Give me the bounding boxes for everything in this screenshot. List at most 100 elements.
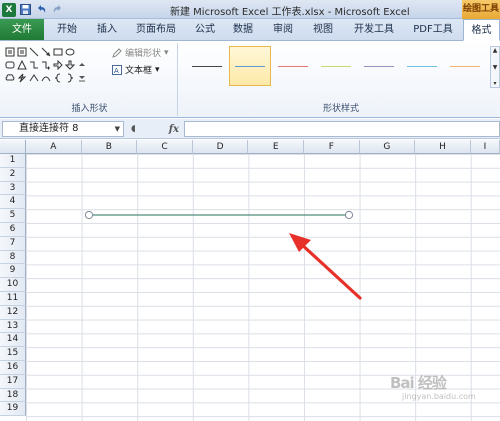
window-title: 新建 Microsoft Excel 工作表.xlsx - Microsoft … xyxy=(170,7,410,18)
text-box-button[interactable]: A 文本框 ▾ xyxy=(112,63,160,76)
column-header-i[interactable]: I xyxy=(470,140,500,154)
row-header-14[interactable]: 14 xyxy=(0,333,26,348)
baidu-jingyan-watermark: Bai 经验 jingyan.baidu.com xyxy=(390,372,498,418)
ribbon-tab-bar: 文件 开始 插入 页面布局 公式 数据 审阅 视图 开发工具 PDF工具 格式 xyxy=(0,19,500,41)
row-header-11[interactable]: 11 xyxy=(0,292,26,306)
tab-page-layout[interactable]: 页面布局 xyxy=(128,19,184,40)
column-header-h[interactable]: H xyxy=(415,140,471,154)
line-shape-icon[interactable] xyxy=(28,45,40,58)
edit-shape-label: 编辑形状 xyxy=(125,49,162,59)
row-header-17[interactable]: 17 xyxy=(0,374,26,389)
vertical-textbox-shape-icon[interactable] xyxy=(16,45,28,58)
row-header-4[interactable]: 4 xyxy=(0,195,26,210)
name-box[interactable]: 直接连接符 8 ▼ xyxy=(2,121,124,137)
shape-style-swatch[interactable] xyxy=(358,46,400,86)
name-box-value: 直接连接符 8 xyxy=(19,123,79,134)
column-header-g[interactable]: G xyxy=(359,140,416,154)
formula-bar: 直接连接符 8 ▼ ◖ fx xyxy=(0,119,500,139)
right-arrow-shape-icon[interactable] xyxy=(52,58,64,71)
row-header-18[interactable]: 18 xyxy=(0,388,26,403)
edit-shape-dropdown-icon: ▾ xyxy=(164,47,169,58)
column-header-b[interactable]: B xyxy=(81,140,138,154)
more-styles-icon[interactable]: ▾ xyxy=(493,80,496,87)
insert-shapes-group: 编辑形状 ▾ A 文本框 ▾ 插入形状 xyxy=(2,43,178,116)
row-header-9[interactable]: 9 xyxy=(0,264,26,279)
down-arrow-shape-icon[interactable] xyxy=(64,58,76,71)
column-header-f[interactable]: F xyxy=(304,140,360,154)
text-box-dropdown-icon: ▾ xyxy=(155,64,160,75)
arrow-line-shape-icon[interactable] xyxy=(40,45,52,58)
shapes-gallery xyxy=(4,45,100,84)
oval-shape-icon[interactable] xyxy=(64,45,76,58)
tab-home[interactable]: 开始 xyxy=(50,19,84,40)
tab-pdf-tools[interactable]: PDF工具 xyxy=(408,19,458,40)
row-header-16[interactable]: 16 xyxy=(0,361,26,375)
tab-developer[interactable]: 开发工具 xyxy=(346,19,402,40)
scroll-up-icon[interactable]: ▲ xyxy=(493,47,498,54)
row-header-3[interactable]: 3 xyxy=(0,181,26,196)
tab-view[interactable]: 视图 xyxy=(306,19,340,40)
shapes-more-icon[interactable] xyxy=(76,71,88,84)
column-header-e[interactable]: E xyxy=(248,140,304,154)
rounded-rectangle-shape-icon[interactable] xyxy=(4,58,16,71)
textbox-shape-icon[interactable] xyxy=(4,45,16,58)
row-header-12[interactable]: 12 xyxy=(0,305,26,320)
shape-style-swatch[interactable] xyxy=(401,46,443,86)
shape-styles-group: ▲ ▼ ▾ 形状样式 xyxy=(182,43,500,116)
triangle-shape-icon[interactable] xyxy=(16,58,28,71)
shape-style-swatch[interactable] xyxy=(229,46,271,86)
shape-style-swatch[interactable] xyxy=(315,46,357,86)
tab-data[interactable]: 数据 xyxy=(226,19,260,40)
edit-shape-icon xyxy=(112,47,122,58)
row-header-2[interactable]: 2 xyxy=(0,167,26,182)
shape-styles-scrollbar[interactable]: ▲ ▼ ▾ xyxy=(490,46,500,88)
formula-controls: ◖ fx xyxy=(127,121,183,137)
elbow-connector-shape-icon[interactable] xyxy=(28,58,40,71)
curve-shape-icon[interactable] xyxy=(40,71,52,84)
row-header-5[interactable]: 5 xyxy=(0,209,26,223)
drawing-tools-context-label: 绘图工具 xyxy=(462,0,500,19)
rectangle-shape-icon[interactable] xyxy=(52,45,64,58)
row-header-15[interactable]: 15 xyxy=(0,347,26,361)
row-header-19[interactable]: 19 xyxy=(0,402,26,417)
arc-shape-icon[interactable] xyxy=(28,71,40,84)
redo-icon[interactable] xyxy=(50,3,64,17)
shape-style-swatch[interactable] xyxy=(444,46,486,86)
quick-access-toolbar: X xyxy=(2,2,64,17)
row-header-1[interactable]: 1 xyxy=(0,154,26,168)
tab-file[interactable]: 文件 xyxy=(0,19,44,40)
edit-shape-button[interactable]: 编辑形状 ▾ xyxy=(112,46,169,59)
tab-formulas[interactable]: 公式 xyxy=(188,19,222,40)
row-header-10[interactable]: 10 xyxy=(0,278,26,292)
lightning-shape-icon[interactable] xyxy=(16,71,28,84)
tab-format[interactable]: 格式 xyxy=(463,19,500,41)
cloud-shape-icon[interactable] xyxy=(4,71,16,84)
shapes-scroll-up-icon[interactable] xyxy=(76,58,88,71)
tab-insert[interactable]: 插入 xyxy=(90,19,124,40)
column-header-a[interactable]: A xyxy=(26,140,82,154)
tab-review[interactable]: 审阅 xyxy=(266,19,300,40)
select-all-corner[interactable] xyxy=(0,140,26,154)
watermark-brand: Bai 经验 xyxy=(390,374,447,392)
column-header-c[interactable]: C xyxy=(137,140,193,154)
left-brace-shape-icon[interactable] xyxy=(52,71,64,84)
undo-icon[interactable] xyxy=(34,3,48,17)
row-header-13[interactable]: 13 xyxy=(0,319,26,334)
row-header-6[interactable]: 6 xyxy=(0,223,26,237)
text-box-icon: A xyxy=(112,64,122,75)
column-header-d[interactable]: D xyxy=(192,140,249,154)
insert-function-button[interactable]: fx xyxy=(169,124,179,135)
row-header-8[interactable]: 8 xyxy=(0,250,26,265)
formula-input[interactable] xyxy=(184,121,500,137)
row-header-7[interactable]: 7 xyxy=(0,236,26,251)
formula-bar-splitter-icon[interactable]: ◖ xyxy=(131,124,136,134)
elbow-arrow-shape-icon[interactable] xyxy=(40,58,52,71)
excel-logo-icon[interactable]: X xyxy=(2,2,16,17)
shape-style-swatch[interactable] xyxy=(186,46,228,86)
save-icon[interactable] xyxy=(18,3,32,17)
shape-style-swatch[interactable] xyxy=(272,46,314,86)
excel-window: X 新建 Microsoft Excel 工作表.xlsx - Microsof… xyxy=(0,0,500,421)
name-box-dropdown-icon[interactable]: ▼ xyxy=(115,122,120,136)
scroll-down-icon[interactable]: ▼ xyxy=(493,64,498,71)
right-brace-shape-icon[interactable] xyxy=(64,71,76,84)
